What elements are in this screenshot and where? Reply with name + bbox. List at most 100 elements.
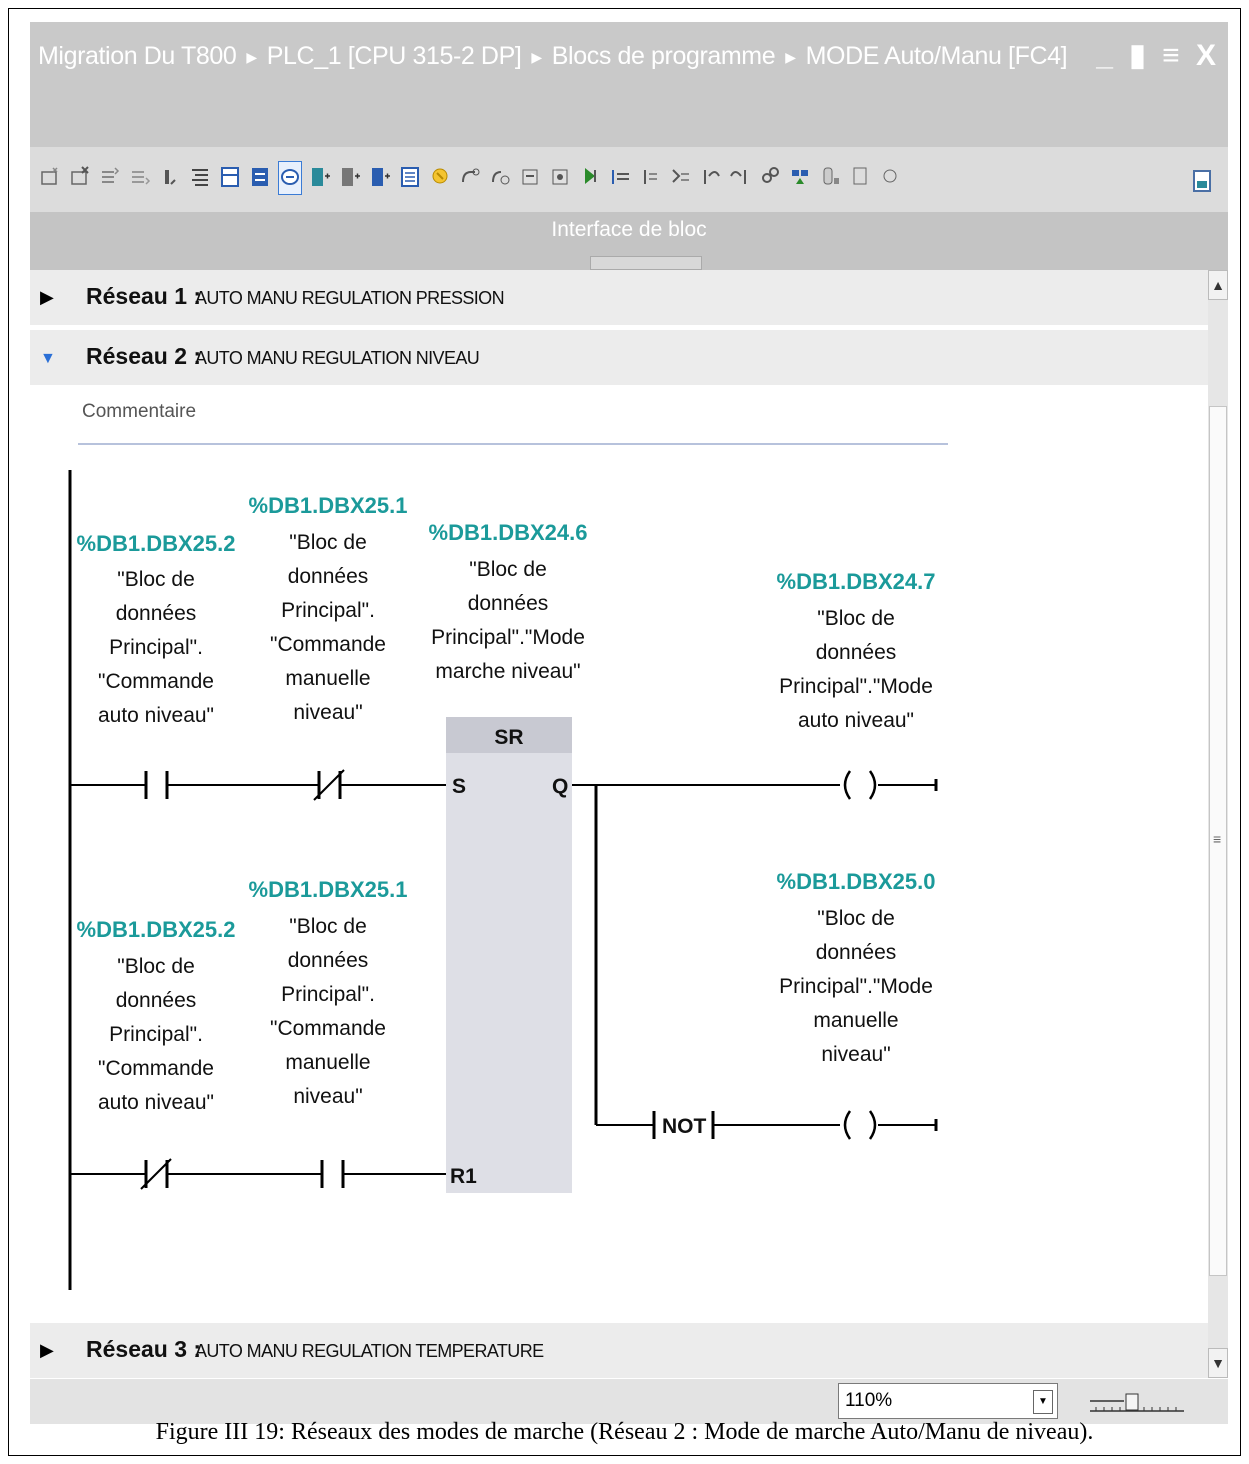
operand-address: %DB1.DBX25.1 <box>249 877 408 902</box>
operand-address: %DB1.DBX25.1 <box>249 493 408 518</box>
dropdown-arrow-icon[interactable]: ▼ <box>1033 1390 1053 1414</box>
network-title: AUTO MANU REGULATION PRESSION <box>195 288 505 308</box>
not-contact[interactable]: NOT <box>596 1111 840 1139</box>
network-header-1[interactable]: ▶ Réseau 1 : AUTO MANU REGULATION PRESSI… <box>30 270 1208 325</box>
window-controls[interactable]: _ ▮ ≡ X <box>1096 38 1220 73</box>
insert-empty-box-icon[interactable] <box>458 161 482 193</box>
grip-icon: ≡ <box>1213 831 1222 847</box>
jump-icon[interactable] <box>158 161 182 193</box>
collapse-arrow-icon[interactable]: ▼ <box>40 350 56 368</box>
operand-address: %DB1.DBX24.6 <box>429 520 588 545</box>
chevron-right-icon: ▶ <box>785 48 796 65</box>
toggle-icon[interactable] <box>668 161 692 193</box>
insert-network-icon[interactable] <box>38 161 62 193</box>
scroll-up-icon[interactable]: ▲ <box>1208 270 1228 300</box>
previous-error-icon[interactable] <box>698 161 722 193</box>
operand-symbol: "Bloc de <box>289 915 367 938</box>
delete-network-icon[interactable] <box>68 161 92 193</box>
diagnostics-icon[interactable] <box>878 161 902 193</box>
operand-symbol: marche niveau" <box>435 660 580 683</box>
editor-toolbar <box>30 147 1228 213</box>
network-view-icon[interactable] <box>398 161 422 193</box>
operand-symbol: auto niveau" <box>98 704 214 727</box>
operand-symbol: Principal". <box>281 599 375 622</box>
title-bar: Migration Du T800 ▶ PLC_1 [CPU 315-2 DP] ▶ B… <box>30 22 1228 93</box>
pin-r1-label: R1 <box>450 1165 477 1188</box>
modify-icon[interactable] <box>848 161 872 193</box>
set-icon[interactable] <box>578 161 602 193</box>
open-branch-icon[interactable] <box>488 161 512 193</box>
insert-row-icon[interactable] <box>98 161 122 193</box>
operand-symbol: Principal"."Mode <box>431 626 585 649</box>
scroll-down-icon[interactable]: ▼ <box>1208 1348 1228 1378</box>
monitor-icon[interactable] <box>548 161 572 193</box>
operand-symbol: Principal"."Mode <box>779 975 933 998</box>
operand-address: %DB1.DBX25.2 <box>77 917 236 942</box>
operand-symbol: Principal"."Mode <box>779 675 933 698</box>
breadcrumb-plc[interactable]: PLC_1 [CPU 315-2 DP] <box>267 42 522 70</box>
breadcrumb-block[interactable]: MODE Auto/Manu [FC4] <box>806 42 1068 70</box>
next-error-icon[interactable] <box>728 161 752 193</box>
symbol-info-icon[interactable] <box>368 161 392 193</box>
contact-no-auto-niveau[interactable]: %DB1.DBX25.2 "Bloc de données Principal"… <box>70 531 235 799</box>
reset-icon[interactable] <box>608 161 632 193</box>
operand-symbol: Principal". <box>281 983 375 1006</box>
network-header-2[interactable]: ▼ Réseau 2 : AUTO MANU REGULATION NIVEAU <box>30 330 1208 385</box>
operand-symbol: "Bloc de <box>289 531 367 554</box>
pin-q-label: Q <box>552 775 568 798</box>
ladder-to-icon[interactable] <box>638 161 662 193</box>
program-status-icon[interactable] <box>758 161 782 193</box>
coil-auto-niveau[interactable]: %DB1.DBX24.7 "Bloc de données Principal"… <box>777 569 938 800</box>
sr-flipflop-block[interactable]: %DB1.DBX24.6 "Bloc de données Principal"… <box>429 520 588 1193</box>
pin-s-label: S <box>452 775 466 798</box>
comment-icon[interactable] <box>278 161 302 195</box>
breadcrumb: Migration Du T800 ▶ PLC_1 [CPU 315-2 DP] ▶ B… <box>38 42 1068 71</box>
operand-symbol: manuelle <box>285 667 370 690</box>
expand-arrow-icon[interactable]: ▶ <box>40 1340 54 1361</box>
contact-nc-auto-niveau[interactable]: %DB1.DBX25.2 "Bloc de données Principal"… <box>70 917 236 1190</box>
operand-symbol: données <box>288 949 369 972</box>
breadcrumb-project[interactable]: Migration Du T800 <box>38 42 237 70</box>
operand-symbol: "Bloc de <box>117 955 195 978</box>
splitter-handle[interactable] <box>590 256 702 270</box>
breadcrumb-blocks[interactable]: Blocs de programme <box>552 42 776 70</box>
zoom-select[interactable]: 110% ▼ <box>838 1383 1058 1419</box>
collapse-all-icon[interactable] <box>218 161 242 193</box>
expand-all-icon[interactable] <box>188 161 212 193</box>
chevron-right-icon: ▶ <box>531 48 542 65</box>
network-comment-field[interactable]: Commentaire <box>78 393 948 445</box>
vertical-scrollbar[interactable]: ▲ ≡ ▼ <box>1208 270 1228 1378</box>
operand-symbol: "Bloc de <box>817 607 895 630</box>
operand-symbol: niveau" <box>821 1043 890 1066</box>
network-title: AUTO MANU REGULATION TEMPERATURE <box>195 1341 544 1361</box>
split-editor-icon[interactable] <box>1190 165 1214 197</box>
watch-icon[interactable] <box>818 161 842 193</box>
show-operand-icon[interactable] <box>338 161 362 193</box>
append-row-icon[interactable] <box>128 161 152 193</box>
operand-symbol: niveau" <box>293 1085 362 1108</box>
absolute-operands-icon[interactable] <box>308 161 332 193</box>
zoom-slider[interactable] <box>1088 1393 1186 1415</box>
expand-arrow-icon[interactable]: ▶ <box>40 287 54 308</box>
operand-symbol: auto niveau" <box>98 1091 214 1114</box>
operand-symbol: "Commande <box>270 633 386 656</box>
operand-address: %DB1.DBX25.2 <box>77 531 236 556</box>
ladder-diagram: %DB1.DBX25.2 "Bloc de données Principal"… <box>68 470 938 1290</box>
network-title: AUTO MANU REGULATION NIVEAU <box>195 348 480 368</box>
call-update-icon[interactable] <box>428 161 452 193</box>
operand-address: %DB1.DBX25.0 <box>777 869 936 894</box>
operand-symbol: "Commande <box>270 1017 386 1040</box>
operand-symbol: données <box>116 602 197 625</box>
operand-symbol: "Bloc de <box>117 568 195 591</box>
zoom-bar: 110% ▼ <box>30 1379 1228 1424</box>
coil-manuelle-niveau[interactable]: %DB1.DBX25.0 "Bloc de données Principal"… <box>777 869 938 1140</box>
scroll-thumb[interactable]: ≡ <box>1209 406 1227 1276</box>
block-interface-bar[interactable]: Interface de bloc <box>30 212 1228 270</box>
network-header-3[interactable]: ▶ Réseau 3 : AUTO MANU REGULATION TEMPER… <box>30 1323 1208 1378</box>
close-branch-icon[interactable] <box>518 161 542 193</box>
show-favorites-icon[interactable] <box>248 161 272 193</box>
call-overview-icon[interactable] <box>788 161 812 193</box>
zoom-value: 110% <box>845 1390 893 1411</box>
operand-symbol: niveau" <box>293 701 362 724</box>
operand-symbol: Principal". <box>109 1023 203 1046</box>
